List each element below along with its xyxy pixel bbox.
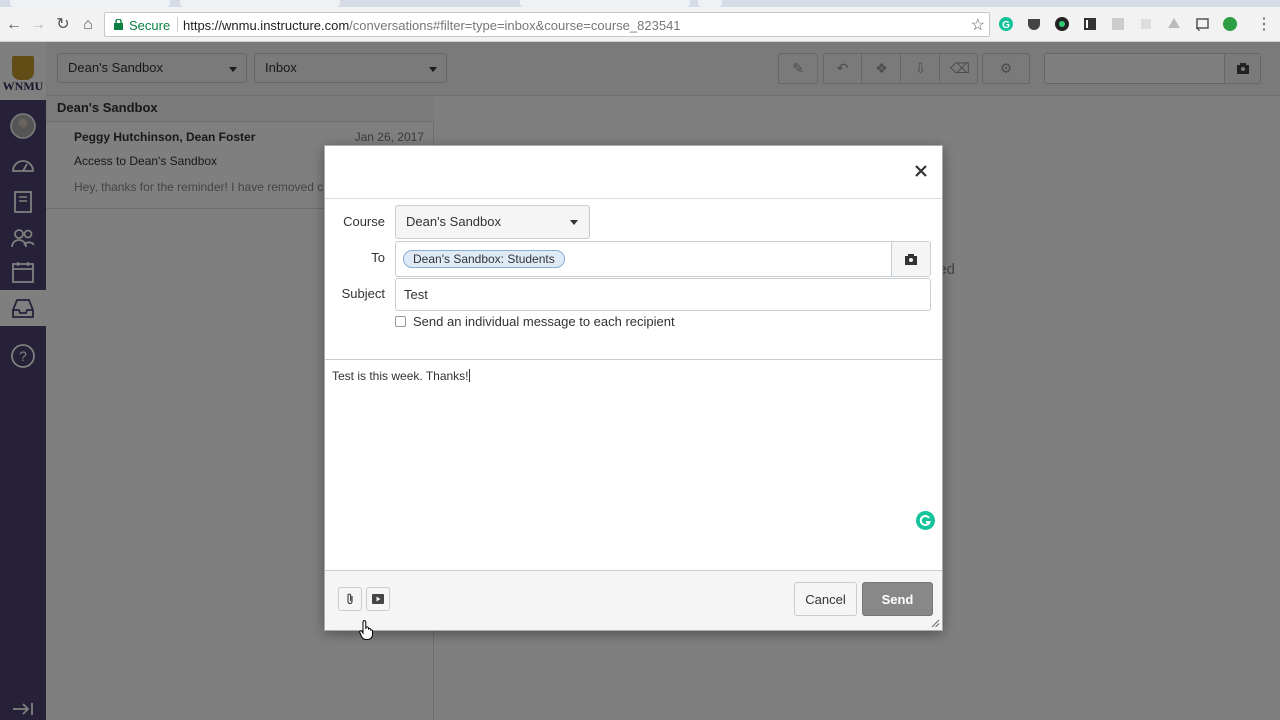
new-tab-button[interactable] bbox=[698, 0, 722, 7]
paperclip-icon bbox=[347, 593, 353, 605]
subject-label: Subject bbox=[341, 286, 385, 301]
secure-label: Secure bbox=[129, 18, 171, 33]
svg-text:G: G bbox=[1002, 20, 1010, 31]
pocket-extension-icon[interactable] bbox=[1026, 16, 1042, 32]
cast-icon[interactable] bbox=[1194, 16, 1210, 32]
bookmark-star-icon[interactable]: ☆ bbox=[971, 15, 985, 35]
record-media-button[interactable] bbox=[366, 587, 390, 611]
dialog-footer: Cancel Send bbox=[325, 571, 942, 640]
dialog-titlebar bbox=[325, 146, 942, 199]
address-bar[interactable]: Secure https://wnmu.instructure.com/conv… bbox=[104, 12, 990, 37]
browser-menu-icon[interactable]: ⋮ bbox=[1254, 15, 1274, 35]
extension-icon[interactable] bbox=[1138, 16, 1154, 32]
forward-icon[interactable]: → bbox=[28, 15, 48, 35]
url-path: /conversations#filter=type=inbox&course=… bbox=[349, 18, 681, 33]
back-icon[interactable]: ← bbox=[4, 15, 24, 35]
course-select[interactable]: Dean's Sandbox bbox=[395, 205, 590, 239]
close-icon[interactable] bbox=[913, 163, 929, 179]
resize-handle-icon[interactable] bbox=[931, 619, 940, 628]
to-label: To bbox=[371, 250, 385, 265]
address-separator bbox=[177, 17, 178, 32]
reload-icon[interactable]: ↻ bbox=[53, 15, 73, 35]
chevron-down-icon bbox=[570, 220, 578, 225]
grammarly-g-icon bbox=[919, 515, 931, 526]
send-button[interactable]: Send bbox=[862, 582, 933, 616]
message-body-textarea[interactable]: Test is this week. Thanks! bbox=[325, 359, 942, 571]
media-icon bbox=[372, 594, 384, 604]
browser-tab[interactable] bbox=[10, 0, 170, 7]
notes-extension-icon[interactable] bbox=[1082, 16, 1098, 32]
individual-message-label[interactable]: Send an individual message to each recip… bbox=[413, 314, 675, 329]
grammarly-icon[interactable] bbox=[916, 511, 935, 530]
subject-input[interactable]: Test bbox=[395, 278, 931, 311]
extension-icon[interactable] bbox=[1110, 16, 1126, 32]
recipient-token[interactable]: Dean's Sandbox: Students bbox=[403, 250, 565, 268]
browser-toolbar: ← → ↻ ⌂ Secure https://wnmu.instructure.… bbox=[0, 7, 1280, 42]
course-label: Course bbox=[343, 214, 385, 229]
lock-icon bbox=[114, 19, 123, 30]
compose-message-dialog: Course Dean's Sandbox To Dean's Sandbox:… bbox=[324, 145, 943, 640]
individual-message-checkbox[interactable] bbox=[395, 316, 406, 327]
extension-icon[interactable] bbox=[1222, 16, 1238, 32]
address-book-button[interactable] bbox=[891, 242, 930, 276]
drive-extension-icon[interactable] bbox=[1166, 16, 1182, 32]
url-text: https://wnmu.instructure.com/conversatio… bbox=[183, 18, 681, 33]
browser-tab[interactable] bbox=[180, 0, 340, 7]
course-select-value: Dean's Sandbox bbox=[406, 214, 501, 229]
recipients-input[interactable]: Dean's Sandbox: Students bbox=[395, 241, 931, 277]
message-body-text: Test is this week. Thanks! bbox=[332, 369, 469, 383]
url-host: https://wnmu.instructure.com bbox=[183, 18, 350, 33]
text-cursor bbox=[468, 369, 470, 382]
grammarly-extension-icon[interactable]: G bbox=[998, 16, 1014, 32]
browser-tab-strip bbox=[0, 0, 1280, 7]
attach-file-button[interactable] bbox=[338, 587, 373, 640]
home-icon[interactable]: ⌂ bbox=[78, 15, 98, 35]
browser-tab[interactable] bbox=[520, 0, 690, 7]
cancel-button[interactable]: Cancel bbox=[794, 582, 857, 616]
hand-cursor-icon bbox=[359, 620, 373, 640]
address-book-icon bbox=[905, 253, 917, 265]
extension-icon[interactable] bbox=[1054, 16, 1070, 32]
